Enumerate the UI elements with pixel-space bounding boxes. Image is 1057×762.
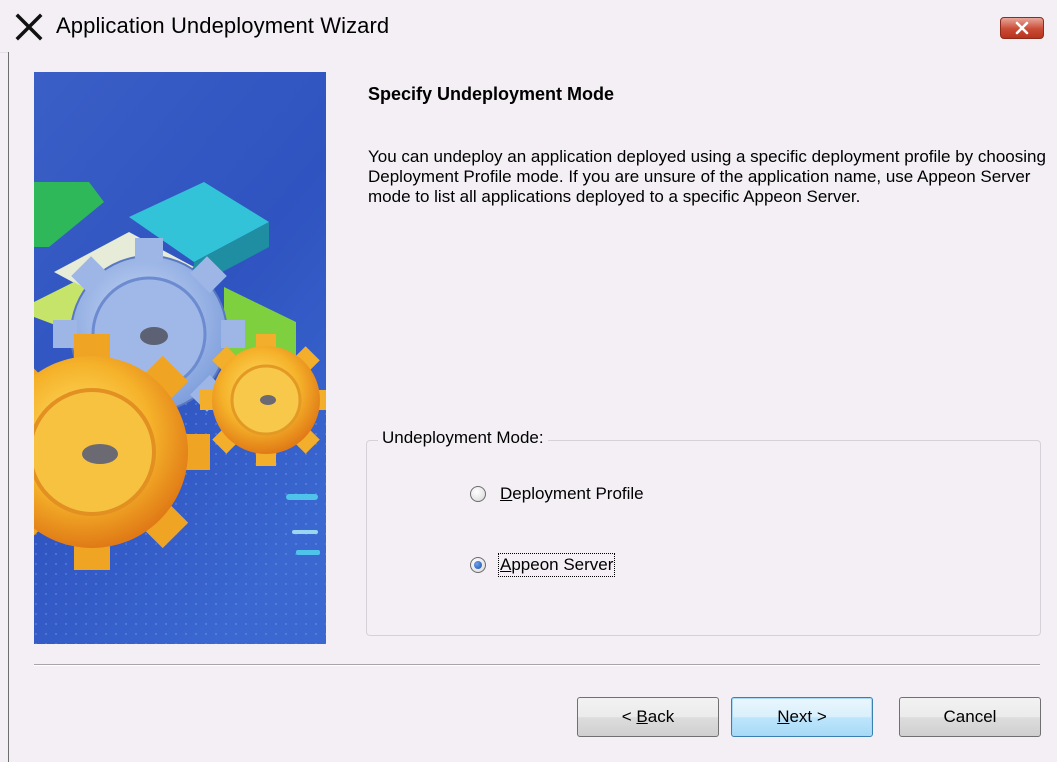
next-button[interactable]: Next >	[731, 697, 873, 737]
title-bar[interactable]: Application Undeployment Wizard	[0, 0, 1057, 53]
deployment-profile-label[interactable]: Deployment Profile	[500, 484, 644, 504]
undeployment-mode-group	[366, 440, 1041, 636]
deployment-profile-radio[interactable]	[470, 486, 486, 502]
appeon-x-icon	[15, 13, 43, 41]
back-button[interactable]: < Back	[577, 697, 719, 737]
appeon-server-label-text: ppeon Server	[511, 555, 614, 574]
appeon-server-radio[interactable]	[470, 557, 486, 573]
deployment-profile-label-text: eployment Profile	[512, 484, 644, 503]
appeon-server-label[interactable]: Appeon Server	[497, 553, 616, 577]
undeployment-mode-label: Undeployment Mode:	[378, 428, 548, 448]
appeon-server-access-key: A	[500, 555, 512, 574]
cancel-button[interactable]: Cancel	[899, 697, 1041, 737]
page-description: You can undeploy an application deployed…	[368, 147, 1046, 206]
button-separator	[34, 664, 1040, 666]
back-button-access-key: B	[636, 707, 648, 726]
next-button-label: ext >	[789, 707, 827, 726]
wizard-window: Application Undeployment Wizard Specify …	[0, 0, 1057, 762]
page-heading: Specify Undeployment Mode	[368, 84, 615, 104]
deployment-profile-access-key: D	[500, 484, 513, 503]
back-button-prefix: <	[621, 707, 637, 726]
appeon-server-option[interactable]: Appeon Server	[470, 553, 616, 577]
back-button-label: ack	[647, 707, 675, 726]
next-button-access-key: N	[777, 707, 790, 726]
close-button[interactable]	[1000, 17, 1044, 39]
window-title: Application Undeployment Wizard	[56, 13, 390, 38]
gears-illustration	[34, 72, 326, 644]
close-icon	[1015, 21, 1029, 35]
deployment-profile-option[interactable]: Deployment Profile	[470, 484, 644, 504]
